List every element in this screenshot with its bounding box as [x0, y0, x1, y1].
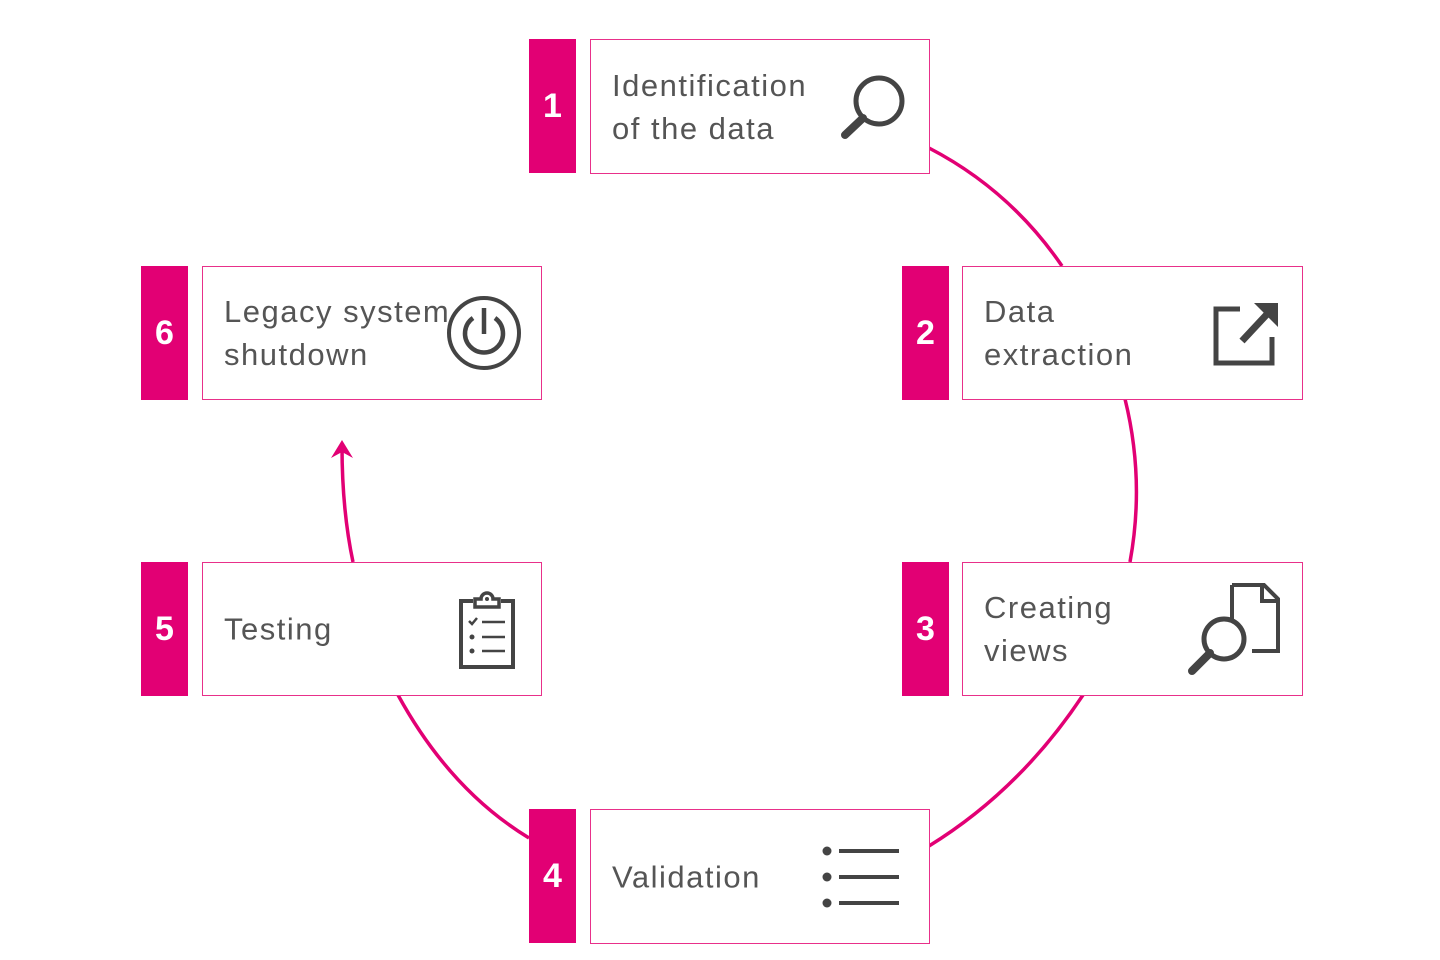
step-number-badge: 5 [141, 562, 188, 696]
document-search-icon [1188, 583, 1280, 675]
step-label: Identification of the data [612, 67, 808, 146]
step-number-badge: 1 [529, 39, 576, 173]
connector-2-3 [1123, 398, 1139, 563]
step-label: Creating views [984, 590, 1114, 668]
connector-3-4 [928, 694, 1085, 848]
step-3-box: Creating views [962, 562, 1303, 696]
magnifier-icon [841, 75, 905, 139]
step-2-box: Data extraction [962, 266, 1303, 400]
list-icon [822, 846, 899, 907]
step-number-badge: 6 [141, 266, 188, 400]
step-number-badge: 3 [902, 562, 949, 696]
clipboard-checklist-icon [459, 591, 515, 669]
step-label: Validation [612, 859, 761, 894]
step-6-box: Legacy system shutdown [202, 266, 542, 400]
step-5-box: Testing [202, 562, 542, 696]
connector-5-6 [340, 445, 355, 563]
step-label: Testing [224, 611, 333, 647]
step-label: Data extraction [984, 294, 1134, 372]
connector-1-2 [928, 146, 1064, 267]
step-label: Legacy system shutdown [224, 294, 451, 372]
step-number-badge: 2 [902, 266, 949, 400]
external-link-icon [1213, 303, 1278, 366]
step-number-badge: 4 [529, 809, 576, 943]
step-4-box: Validation [590, 809, 930, 944]
connector-4-5 [396, 694, 530, 840]
power-icon [447, 296, 521, 370]
step-1-box: Identification of the data [590, 39, 930, 174]
